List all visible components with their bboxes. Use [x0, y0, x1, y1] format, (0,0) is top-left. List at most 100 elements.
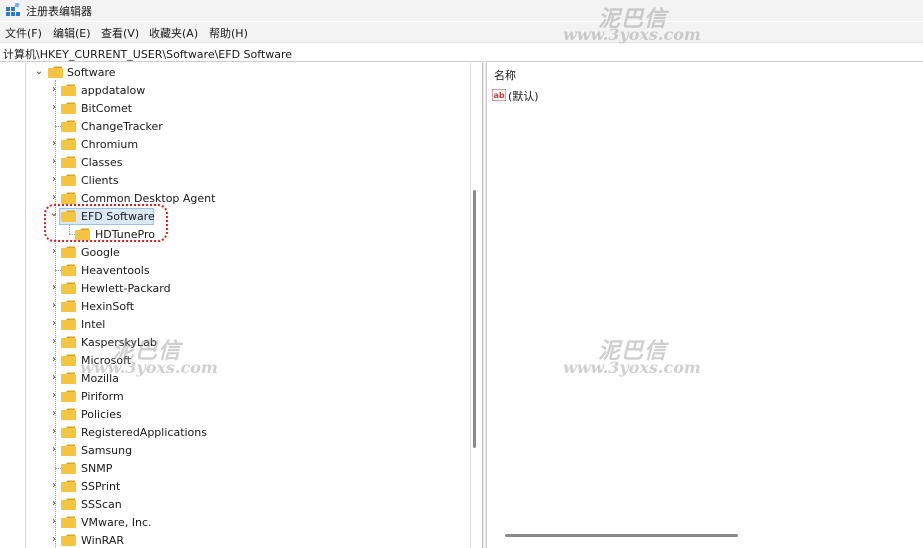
- chevron-right-icon[interactable]: ›: [49, 156, 59, 168]
- chevron-right-icon[interactable]: ›: [49, 300, 59, 312]
- folder-icon: [61, 444, 76, 456]
- menu-file[interactable]: 文件(F): [5, 25, 42, 41]
- svg-text:ab: ab: [494, 91, 505, 100]
- chevron-right-icon[interactable]: ›: [49, 480, 59, 492]
- folder-icon: [61, 246, 76, 258]
- tree-node-label: Intel: [81, 318, 106, 331]
- chevron-down-icon[interactable]: ⌄: [34, 66, 44, 78]
- string-value-icon: ab: [492, 89, 506, 101]
- address-path[interactable]: 计算机\HKEY_CURRENT_USER\Software\EFD Softw…: [3, 46, 292, 62]
- watermark-url-top: www.3yoxs.com: [563, 25, 701, 44]
- tree-node-label: SSScan: [81, 498, 122, 511]
- tree-node-label: VMware, Inc.: [81, 516, 152, 529]
- folder-icon: [48, 66, 63, 78]
- tree-scrollbar-thumb[interactable]: [473, 190, 476, 448]
- menu-edit[interactable]: 编辑(E): [53, 25, 91, 41]
- tree-node-label: HexinSoft: [81, 300, 135, 313]
- chevron-right-icon[interactable]: ›: [49, 498, 59, 510]
- folder-icon: [61, 282, 76, 294]
- menu-view[interactable]: 查看(V): [101, 25, 139, 41]
- folder-icon: [61, 84, 76, 96]
- key-tree-pane[interactable]: ⌄ Software › appdatalow › BitComet ChangeTra…: [0, 63, 483, 548]
- menu-help[interactable]: 帮助(H): [209, 25, 248, 41]
- folder-icon: [61, 138, 76, 150]
- tree-node[interactable]: Heaventools: [49, 262, 349, 280]
- chevron-right-icon[interactable]: ›: [49, 444, 59, 456]
- menu-favorites[interactable]: 收藏夹(A): [149, 25, 198, 41]
- tree-node-label: Clients: [81, 174, 119, 187]
- tree-node-label: Piriform: [81, 390, 124, 403]
- watermark-url: www.3yoxs.com: [80, 358, 218, 377]
- tree-node-label: Heaventools: [81, 264, 150, 277]
- tree-node-label: Chromium: [81, 138, 139, 151]
- tree-node[interactable]: › SSPrint: [49, 478, 349, 496]
- tree-node[interactable]: › WinRAR: [49, 532, 349, 548]
- chevron-right-icon[interactable]: ›: [49, 534, 59, 546]
- tree-node[interactable]: ChangeTracker: [49, 118, 349, 136]
- column-header-name[interactable]: 名称: [494, 67, 516, 83]
- folder-icon: [61, 354, 76, 366]
- chevron-right-icon[interactable]: ›: [49, 192, 59, 204]
- tree-node-label: WinRAR: [81, 534, 125, 547]
- values-horizontal-scrollbar[interactable]: [505, 534, 738, 537]
- tree-node[interactable]: › BitComet: [49, 100, 349, 118]
- folder-icon: [61, 498, 76, 510]
- tree-node-label: Google: [81, 246, 120, 259]
- folder-icon: [61, 120, 76, 132]
- tree-node[interactable]: › RegisteredApplications: [49, 424, 349, 442]
- chevron-right-icon[interactable]: ›: [49, 354, 59, 366]
- folder-icon: [61, 516, 76, 528]
- tree-node[interactable]: SNMP: [49, 460, 349, 478]
- tree-node[interactable]: › Policies: [49, 406, 349, 424]
- chevron-right-icon[interactable]: ›: [49, 318, 59, 330]
- highlight-annotation-oval: [44, 204, 168, 242]
- folder-icon: [61, 318, 76, 330]
- tree-node-label: Samsung: [81, 444, 133, 457]
- tree-node-label: BitComet: [81, 102, 133, 115]
- chevron-right-icon[interactable]: ›: [49, 102, 59, 114]
- tree-node[interactable]: › SSScan: [49, 496, 349, 514]
- tree-node[interactable]: › Chromium: [49, 136, 349, 154]
- folder-icon: [61, 372, 76, 384]
- folder-icon: [61, 336, 76, 348]
- tree-node[interactable]: › Google: [49, 244, 349, 262]
- tree-node[interactable]: › Intel: [49, 316, 349, 334]
- folder-icon: [61, 390, 76, 402]
- tree-node-label: Classes: [81, 156, 123, 169]
- chevron-right-icon[interactable]: ›: [49, 372, 59, 384]
- chevron-right-icon[interactable]: ›: [49, 174, 59, 186]
- folder-icon: [61, 408, 76, 420]
- tree-node[interactable]: › HexinSoft: [49, 298, 349, 316]
- folder-icon: [61, 264, 76, 276]
- tree-node-label: SSPrint: [81, 480, 121, 493]
- folder-icon: [61, 534, 76, 546]
- tree-node[interactable]: › Classes: [49, 154, 349, 172]
- tree-node[interactable]: › VMware, Inc.: [49, 514, 349, 532]
- tree-node[interactable]: › Hewlett-Packard: [49, 280, 349, 298]
- chevron-right-icon[interactable]: ›: [49, 138, 59, 150]
- tree-left-border: [25, 63, 26, 548]
- tree-vertical-scrollbar[interactable]: [470, 63, 482, 548]
- chevron-right-icon[interactable]: ›: [49, 336, 59, 348]
- chevron-right-icon[interactable]: ›: [49, 408, 59, 420]
- tree-node[interactable]: › Clients: [49, 172, 349, 190]
- address-bar[interactable]: 计算机\HKEY_CURRENT_USER\Software\EFD Softw…: [0, 42, 923, 62]
- tree-node-software[interactable]: ⌄ Software: [34, 64, 234, 82]
- tree-node-label: RegisteredApplications: [81, 426, 207, 439]
- title-bar: 注册表编辑器: [0, 0, 923, 21]
- chevron-right-icon[interactable]: ›: [49, 84, 59, 96]
- chevron-right-icon[interactable]: ›: [49, 246, 59, 258]
- chevron-right-icon[interactable]: ›: [49, 426, 59, 438]
- tree-node[interactable]: › KasperskyLab: [49, 334, 349, 352]
- tree-node[interactable]: › appdatalow: [49, 82, 349, 100]
- tree-node[interactable]: › Piriform: [49, 388, 349, 406]
- values-pane[interactable]: 名称 ab (默认) 泥巴信 www.3yoxs.com 泥巴信 www.3yo…: [488, 6, 923, 548]
- chevron-right-icon[interactable]: ›: [49, 516, 59, 528]
- chevron-right-icon[interactable]: ›: [49, 390, 59, 402]
- tree-node-label: Policies: [81, 408, 122, 421]
- pane-splitter[interactable]: [483, 63, 487, 548]
- menu-bar: 文件(F) 编辑(E) 查看(V) 收藏夹(A) 帮助(H): [0, 22, 923, 42]
- chevron-right-icon[interactable]: ›: [49, 282, 59, 294]
- tree-node-label: ChangeTracker: [81, 120, 163, 133]
- tree-node[interactable]: › Samsung: [49, 442, 349, 460]
